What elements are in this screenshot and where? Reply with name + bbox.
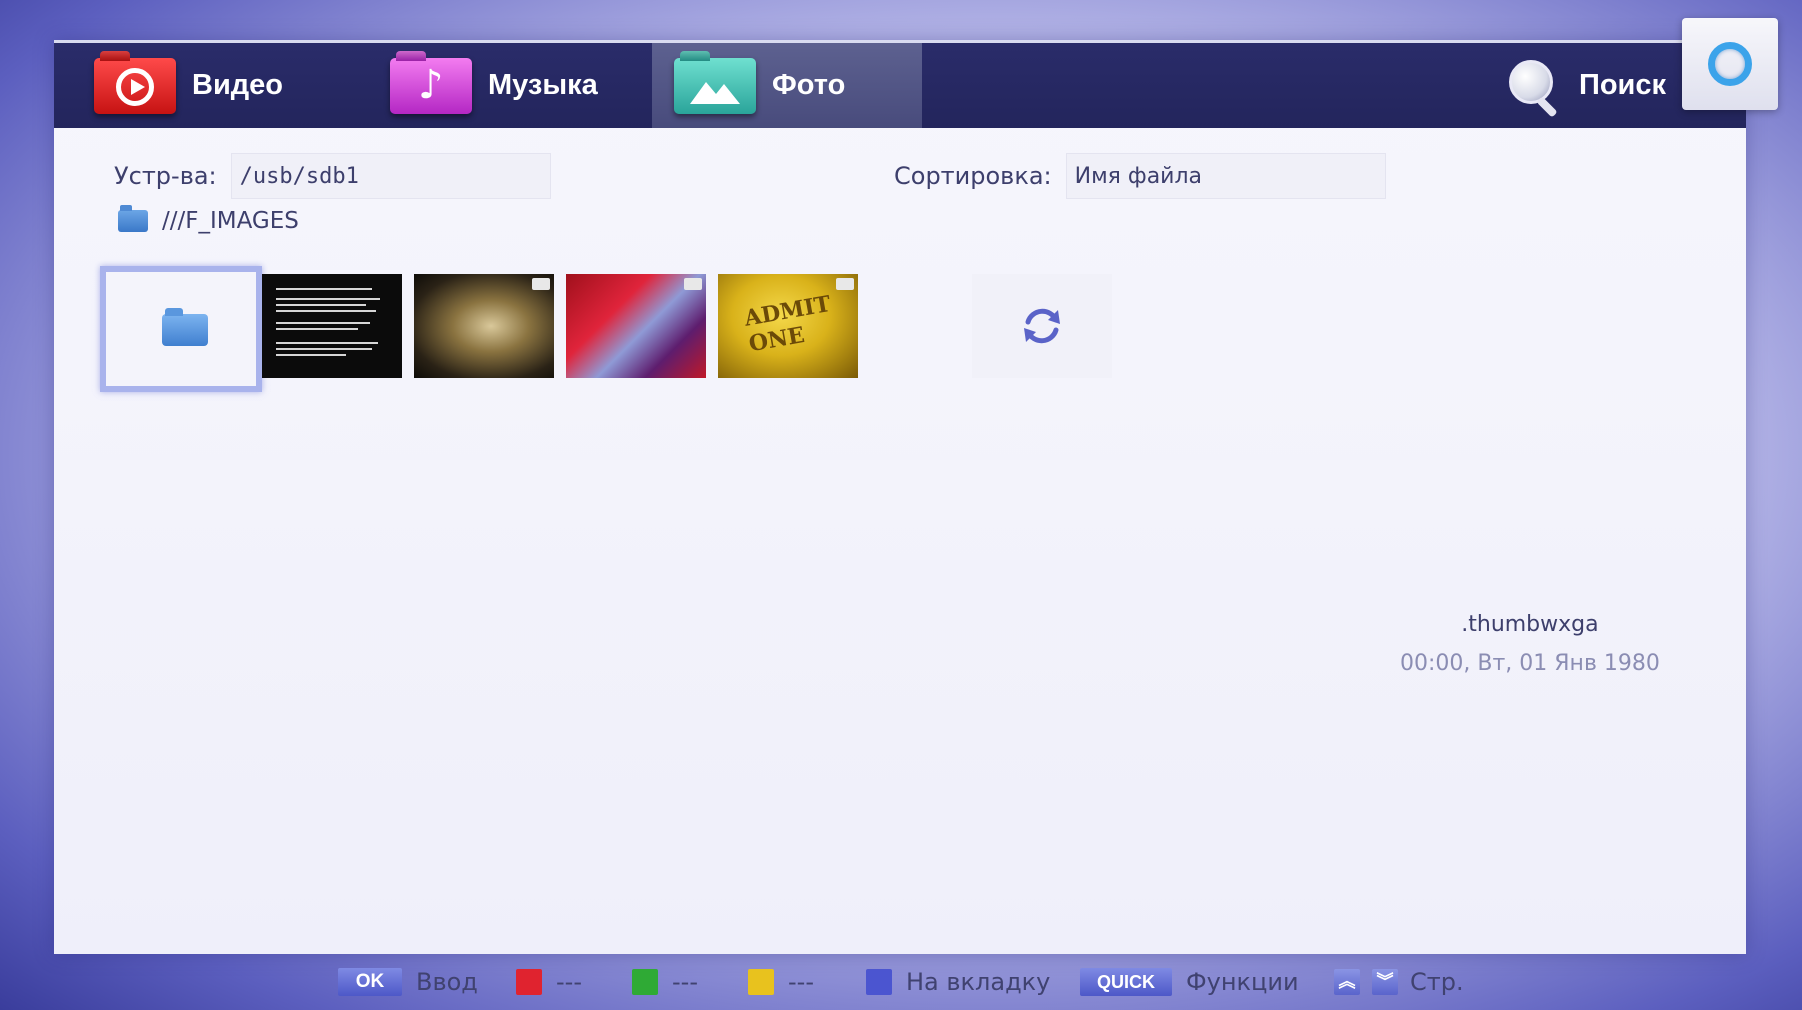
breadcrumb: ///F_IMAGES [118, 205, 299, 234]
yellow-key[interactable]: --- [748, 968, 814, 996]
tab-music-label: Музыка [488, 69, 598, 101]
folder-icon [162, 308, 208, 346]
yellow-key-square [748, 969, 774, 995]
page-key-label: Стр. [1410, 968, 1464, 996]
page-down-icon: ︾ [1372, 969, 1398, 995]
video-icon [94, 57, 176, 114]
thumbnail-folder-up[interactable] [100, 266, 262, 392]
red-key[interactable]: --- [516, 968, 582, 996]
file-date: 00:00, Вт, 01 Янв 1980 [1400, 651, 1660, 676]
page-keys[interactable]: ︽ ︾ Стр. [1334, 968, 1464, 996]
red-key-label: --- [556, 968, 582, 996]
tab-music[interactable]: ♪ Музыка [368, 43, 638, 128]
ok-key[interactable]: OK Ввод [338, 968, 478, 996]
ring-icon [1708, 42, 1752, 86]
ok-key-label: Ввод [416, 968, 478, 996]
device-row: Устр-ва: /usb/sdb1 [114, 152, 551, 200]
ticket-text: ADMIT ONE [742, 290, 833, 358]
quick-key[interactable]: QUICK Функции [1080, 968, 1299, 996]
quick-key-label: Функции [1186, 968, 1299, 996]
corner-button[interactable] [1682, 18, 1778, 110]
refresh-button[interactable] [972, 274, 1112, 378]
media-browser-panel: Видео ♪ Музыка Фото Поиск Устр-ва: /usb/… [54, 40, 1746, 954]
blue-key-label: На вкладку [906, 968, 1051, 996]
green-key-square [632, 969, 658, 995]
device-selector[interactable]: /usb/sdb1 [230, 153, 551, 199]
device-value: /usb/sdb1 [239, 163, 359, 189]
device-label: Устр-ва: [114, 162, 217, 190]
yellow-key-label: --- [788, 968, 814, 996]
folder-icon [118, 205, 148, 232]
tab-photo[interactable]: Фото [652, 43, 922, 128]
ok-key-badge: OK [338, 968, 402, 996]
tab-video-label: Видео [192, 69, 284, 101]
blue-key-square [866, 969, 892, 995]
photo-icon [674, 57, 756, 114]
green-key[interactable]: --- [632, 968, 698, 996]
thumbnail-document[interactable] [262, 274, 402, 378]
sort-selector[interactable]: Имя файла [1065, 153, 1386, 199]
refresh-icon [1024, 308, 1060, 344]
music-icon: ♪ [390, 57, 472, 114]
top-navigation-bar: Видео ♪ Музыка Фото Поиск [54, 40, 1746, 128]
search-icon [1508, 58, 1558, 118]
search-button[interactable]: Поиск [1508, 43, 1666, 128]
blue-key[interactable]: На вкладку [866, 968, 1050, 996]
thumbnail-red-fabric[interactable] [566, 274, 706, 378]
sort-row: Сортировка: Имя файла [894, 152, 1386, 200]
sort-label: Сортировка: [894, 162, 1052, 190]
thumbnail-guitar[interactable] [414, 274, 554, 378]
file-details: .thumbwxga 00:00, Вт, 01 Янв 1980 [1400, 612, 1660, 676]
thumbnail-ticket[interactable]: ADMIT ONE [718, 274, 858, 378]
tab-video[interactable]: Видео [72, 43, 332, 128]
sort-value: Имя файла [1074, 163, 1203, 189]
file-name: .thumbwxga [1461, 612, 1599, 637]
tab-photo-label: Фото [772, 69, 846, 101]
search-label: Поиск [1578, 69, 1666, 101]
red-key-square [516, 969, 542, 995]
current-path: ///F_IMAGES [162, 208, 299, 234]
key-legend-bar: OK Ввод --- --- --- На вкладку QUICK Фун… [0, 962, 1802, 1002]
green-key-label: --- [672, 968, 698, 996]
page-up-icon: ︽ [1334, 969, 1360, 995]
quick-key-badge: QUICK [1080, 968, 1172, 996]
